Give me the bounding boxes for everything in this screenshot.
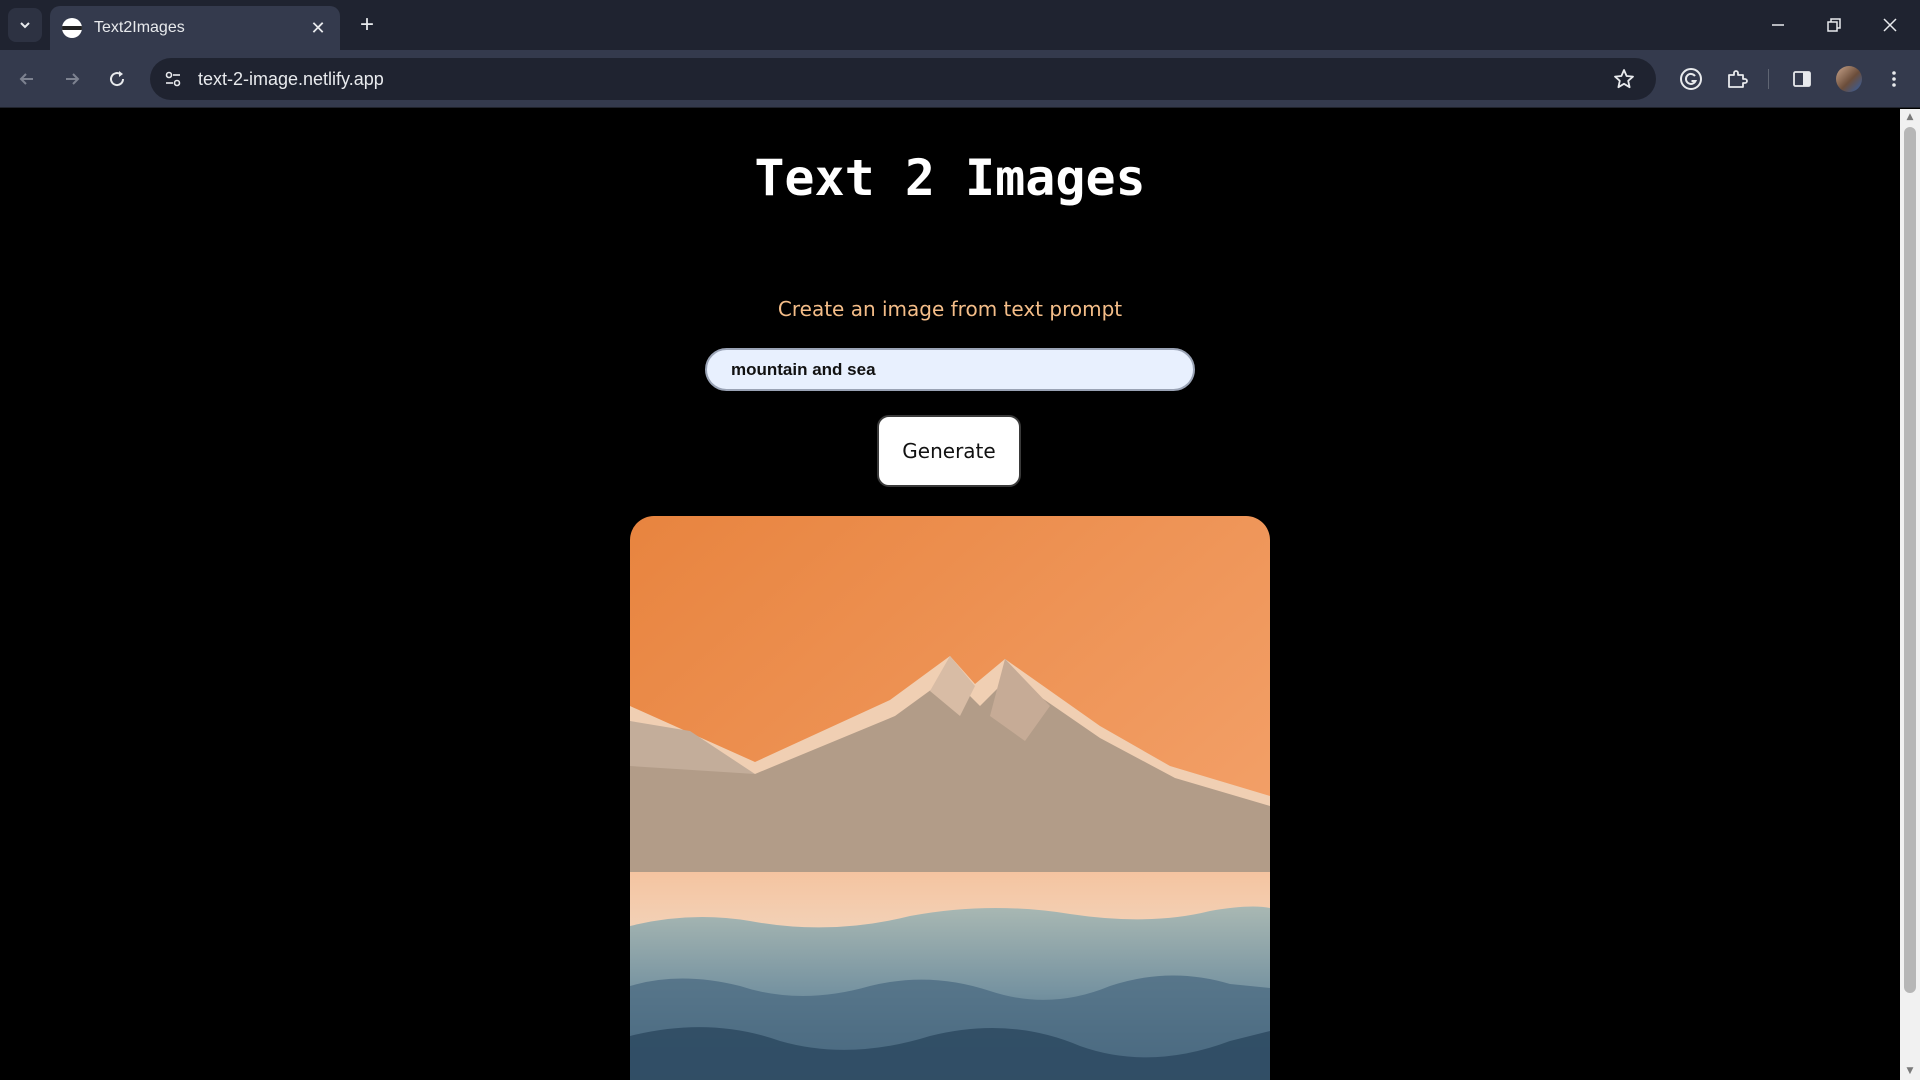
forward-button[interactable] [55, 62, 89, 96]
grammarly-icon [1680, 68, 1702, 90]
kebab-menu-icon [1892, 71, 1896, 87]
close-icon [1883, 18, 1897, 32]
minimize-icon [1772, 24, 1784, 26]
reload-icon [110, 71, 125, 87]
back-arrow-icon [19, 73, 33, 85]
url-text[interactable]: text-2-image.netlify.app [198, 69, 1604, 90]
scroll-up-arrow-icon[interactable]: ▲ [1904, 111, 1916, 123]
minimize-button[interactable] [1750, 0, 1806, 50]
site-info-icon [165, 71, 181, 87]
scroll-down-arrow-icon[interactable]: ▼ [1904, 1065, 1916, 1077]
side-panel-button[interactable] [1786, 63, 1818, 95]
tab-search-button[interactable] [8, 8, 42, 42]
prompt-input[interactable] [705, 348, 1195, 391]
restore-button[interactable] [1806, 0, 1862, 50]
close-window-button[interactable] [1862, 0, 1918, 50]
browser-tab-strip: Text2Images ✕ + [0, 0, 1920, 50]
page-title: Text 2 Images [754, 149, 1146, 207]
chevron-down-icon [20, 22, 30, 29]
browser-menu-button[interactable] [1878, 63, 1910, 95]
avatar [1836, 66, 1862, 92]
generate-button[interactable]: Generate [877, 415, 1021, 487]
grammarly-extension-button[interactable] [1675, 63, 1707, 95]
profile-button[interactable] [1833, 63, 1865, 95]
page-scrollbar[interactable]: ▲ ▼ [1900, 109, 1920, 1080]
scrollbar-thumb[interactable] [1904, 127, 1916, 993]
address-bar[interactable]: text-2-image.netlify.app [150, 58, 1656, 100]
forward-arrow-icon [66, 73, 80, 85]
site-info-button[interactable] [156, 62, 190, 96]
tab-title: Text2Images [94, 19, 185, 36]
back-button[interactable] [10, 62, 44, 96]
star-icon [1614, 69, 1634, 89]
extensions-button[interactable] [1721, 63, 1753, 95]
restore-icon [1827, 18, 1841, 32]
browser-tab[interactable]: Text2Images ✕ [50, 6, 340, 50]
close-tab-icon[interactable]: ✕ [308, 18, 328, 39]
puzzle-icon [1728, 70, 1748, 88]
generated-image [630, 516, 1270, 1080]
prompt-instructions: Create an image from text prompt [777, 297, 1123, 321]
toolbar-divider [1768, 69, 1769, 89]
reload-button[interactable] [100, 62, 134, 96]
bookmark-button[interactable] [1604, 59, 1644, 99]
side-panel-icon [1793, 71, 1811, 87]
browser-toolbar: text-2-image.netlify.app [0, 50, 1920, 108]
page-viewport: Text 2 Images Create an image from text … [0, 109, 1900, 1080]
site-favicon-icon [62, 18, 82, 38]
new-tab-button[interactable]: + [352, 10, 382, 40]
